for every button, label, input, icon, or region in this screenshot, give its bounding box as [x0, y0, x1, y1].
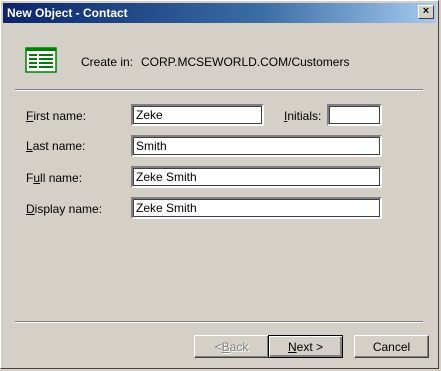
back-button[interactable]: < Back	[194, 335, 269, 358]
full-name-input[interactable]	[131, 166, 382, 188]
initials-label: Initials:	[284, 109, 322, 123]
close-button[interactable]: ×	[418, 5, 434, 19]
window-title: New Object - Contact	[7, 6, 128, 20]
close-icon: ×	[422, 5, 430, 17]
next-button[interactable]: Next >	[268, 335, 343, 358]
create-in-path: CORP.MCSEWORLD.COM/Customers	[141, 55, 350, 69]
last-name-label: Last name:	[26, 139, 86, 153]
create-in-label: Create in:	[81, 55, 134, 69]
dialog-window: New Object - Contact × Create in: CORP.M…	[0, 0, 439, 369]
top-separator	[15, 89, 423, 91]
full-name-label: Full name:	[26, 171, 83, 185]
cancel-button[interactable]: Cancel	[354, 335, 429, 358]
contact-card-icon	[25, 47, 57, 73]
first-name-input[interactable]	[131, 104, 264, 126]
title-bar[interactable]: New Object - Contact ×	[3, 3, 436, 23]
display-name-label: Display name:	[26, 202, 103, 216]
first-name-label: First name:	[26, 109, 87, 123]
initials-input[interactable]	[327, 104, 382, 126]
last-name-input[interactable]	[131, 135, 382, 157]
display-name-input[interactable]	[131, 197, 382, 219]
bottom-separator	[15, 321, 423, 323]
